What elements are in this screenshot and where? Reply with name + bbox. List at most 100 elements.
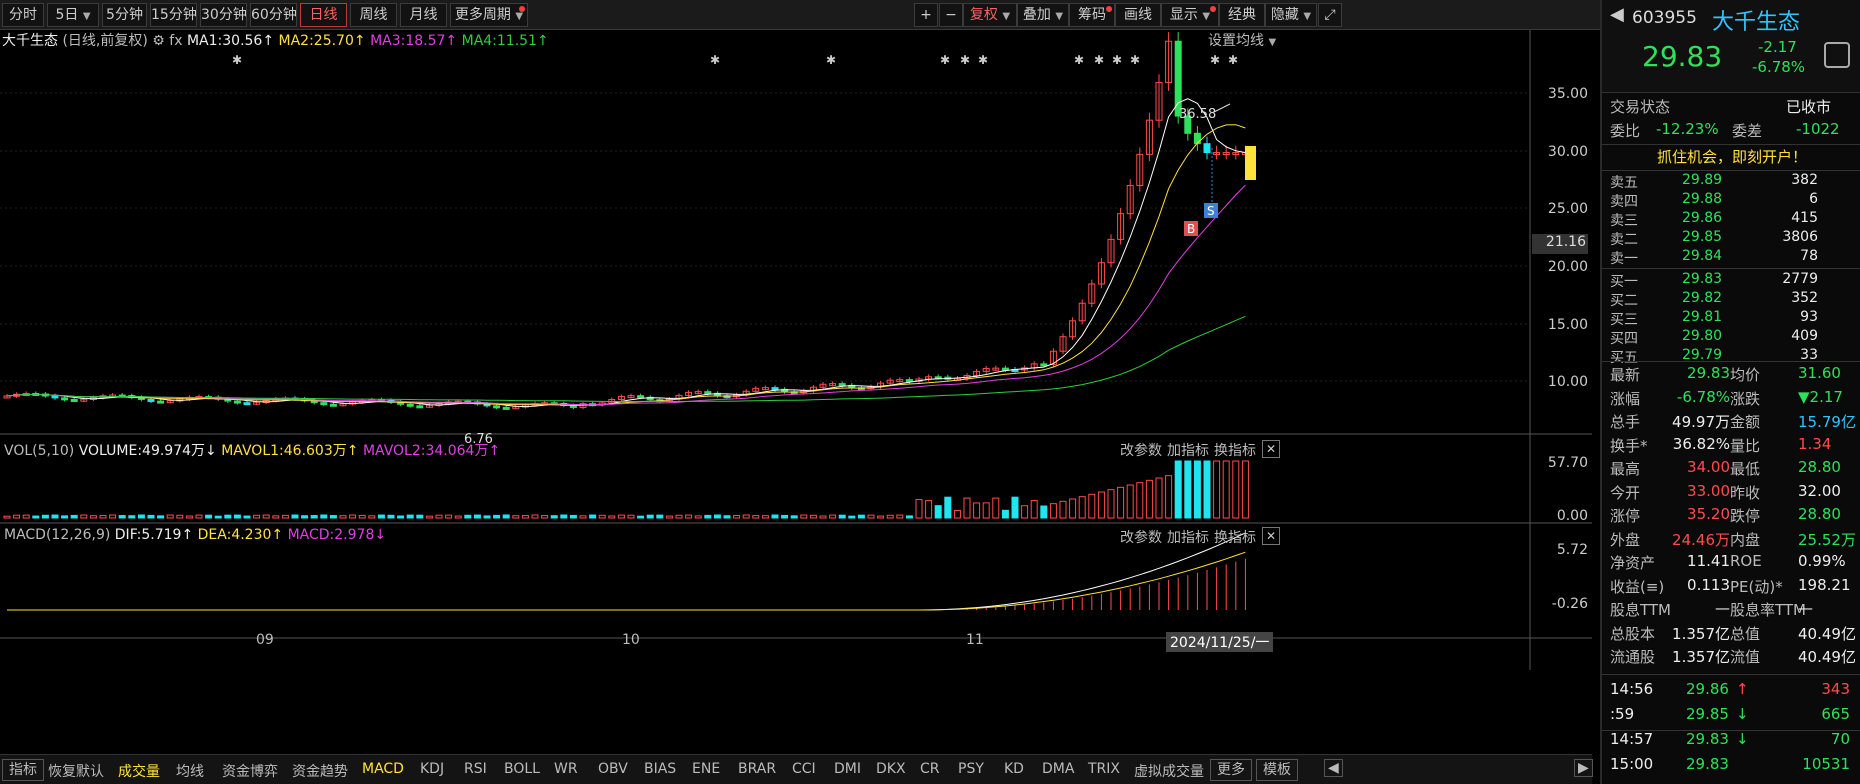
overlay-dropdown[interactable]: 叠加 ▼	[1017, 3, 1069, 27]
bid-row[interactable]: 买一 29.83 2779	[1610, 271, 1860, 290]
macd-edit-params-button[interactable]: 改参数	[1120, 527, 1162, 547]
ask-row[interactable]: 卖五 29.89 382	[1610, 172, 1860, 191]
tab-brar[interactable]: BRAR	[738, 761, 776, 777]
stat-row: 涨停 35.20 跌停 28.80	[1610, 505, 1860, 528]
zoom-in-button[interactable]: +	[914, 3, 938, 27]
ask-row[interactable]: 卖三 29.86 415	[1610, 210, 1860, 229]
kline-chart-canvas[interactable]: ✱ ✱ ✱ ✱ ✱ ✱ ✱ ✱ ✱ ✱ ✱ ✱ B S 36.58 6.76	[0, 30, 1592, 750]
volume-bar	[157, 515, 165, 519]
tab-dkx[interactable]: DKX	[876, 761, 906, 777]
arrow-down-icon: ↓	[374, 527, 387, 543]
scroll-right-icon[interactable]: ▶	[1574, 759, 1593, 777]
volume-bar	[1021, 505, 1029, 519]
stat-value: 33.00	[1687, 481, 1730, 500]
vol-edit-params-button[interactable]: 改参数	[1120, 440, 1162, 460]
tab-rsi[interactable]: RSI	[464, 761, 487, 777]
tab-bias[interactable]: BIAS	[644, 761, 676, 777]
display-dropdown[interactable]: 显示 ▼	[1161, 3, 1219, 27]
candlesticks	[3, 32, 1256, 410]
tab-macd[interactable]: MACD	[362, 761, 404, 777]
volume-bar	[541, 515, 549, 519]
trade-status-row: 交易状态 已收市	[1610, 96, 1860, 120]
restore-default-tab[interactable]: 恢复默认	[48, 761, 104, 781]
stat-value: 0.99%	[1798, 552, 1846, 570]
chart-area[interactable]: ✱ ✱ ✱ ✱ ✱ ✱ ✱ ✱ ✱ ✱ ✱ ✱ B S 36.58 6.76 大千生态 (日线,前复权…	[0, 30, 1592, 750]
draw-line-button[interactable]: 画线	[1115, 3, 1161, 27]
tab-wr[interactable]: WR	[554, 761, 578, 777]
event-marker: ✱	[960, 53, 970, 67]
volume-value: VOLUME:49.974万	[78, 443, 206, 459]
tab-fund-trend[interactable]: 资金趋势	[292, 761, 348, 781]
tab-dmi[interactable]: DMI	[834, 761, 861, 777]
tab-cr[interactable]: CR	[920, 761, 940, 777]
period-tab-fenshi[interactable]: 分时	[2, 3, 44, 27]
macd-switch-indicator-button[interactable]: 换指标	[1214, 527, 1256, 547]
tab-dma[interactable]: DMA	[1042, 761, 1074, 777]
volume-bar	[838, 514, 846, 519]
bid-row[interactable]: 买四 29.80 409	[1610, 328, 1860, 347]
fx-icon[interactable]: fx	[169, 33, 182, 49]
volume-bar	[425, 515, 433, 519]
price-axis-label: 15.00	[1547, 317, 1588, 333]
stat-label: ROE	[1730, 552, 1762, 570]
tab-fund-game[interactable]: 资金博弈	[222, 761, 278, 781]
stat-label: 跌停	[1730, 507, 1761, 525]
tab-cci[interactable]: CCI	[792, 761, 816, 777]
event-marker: ✱	[1228, 53, 1238, 67]
price-axis-label: 30.00	[1547, 144, 1588, 160]
hide-dropdown[interactable]: 隐藏 ▼	[1265, 3, 1317, 27]
tab-volume[interactable]: 成交量	[118, 761, 160, 781]
tab-boll[interactable]: BOLL	[504, 761, 540, 777]
chips-button[interactable]: 筹码	[1069, 3, 1115, 27]
period-tab-60min[interactable]: 60分钟	[250, 3, 297, 27]
macd-add-indicator-button[interactable]: 加指标	[1167, 527, 1209, 547]
stat-label: 换手*	[1610, 436, 1648, 455]
candle-body	[637, 395, 645, 399]
period-tab-30min[interactable]: 30分钟	[200, 3, 247, 27]
tab-virtual-volume[interactable]: 虚拟成交量	[1134, 761, 1204, 781]
add-watchlist-icon[interactable]	[1824, 42, 1850, 68]
candle-body	[70, 399, 78, 403]
gear-icon[interactable]: ⚙	[152, 33, 165, 49]
template-button[interactable]: 模板	[1256, 759, 1298, 781]
ma-settings-button[interactable]: 设置均线 ▼	[1208, 30, 1276, 50]
bid-row[interactable]: 买三 29.81 93	[1610, 309, 1860, 328]
ask-row[interactable]: 卖一 29.84 78	[1610, 248, 1860, 267]
volume-bar	[1184, 460, 1192, 519]
more-tabs-button[interactable]: 更多	[1210, 759, 1252, 781]
volume-bar	[1117, 486, 1125, 519]
volume-bar	[665, 515, 673, 519]
vol-add-indicator-button[interactable]: 加指标	[1167, 440, 1209, 460]
zoom-out-button[interactable]: −	[939, 3, 963, 27]
level-label: 买二	[1610, 293, 1638, 309]
tab-trix[interactable]: TRIX	[1088, 761, 1120, 777]
period-toolbar: 分时 5日 ▼ 5分钟 15分钟 30分钟 60分钟 日线 周线 月线 更多周期…	[0, 0, 1600, 30]
classic-button[interactable]: 经典	[1219, 3, 1265, 27]
ask-row[interactable]: 卖二 29.85 3806	[1610, 229, 1860, 248]
close-icon[interactable]: ✕	[1262, 440, 1280, 458]
ask-row[interactable]: 卖四 29.88 6	[1610, 191, 1860, 210]
scroll-left-icon[interactable]: ◀	[1324, 759, 1343, 777]
period-tab-5day[interactable]: 5日 ▼	[47, 3, 99, 27]
expand-icon[interactable]: ⤢	[1318, 3, 1342, 27]
indicator-menu-button[interactable]: 指标	[2, 759, 44, 781]
tab-kdj[interactable]: KDJ	[420, 761, 444, 777]
period-tab-weekly[interactable]: 周线	[350, 3, 397, 27]
tab-kd[interactable]: KD	[1004, 761, 1024, 777]
collapse-icon[interactable]: ◀	[1610, 4, 1624, 25]
ma3-value: MA3:18.57	[370, 33, 446, 49]
tab-obv[interactable]: OBV	[598, 761, 628, 777]
vol-switch-indicator-button[interactable]: 换指标	[1214, 440, 1256, 460]
more-periods-dropdown[interactable]: 更多周期 ▼	[450, 3, 528, 27]
period-tab-monthly[interactable]: 月线	[400, 3, 447, 27]
tab-psy[interactable]: PSY	[958, 761, 984, 777]
tab-ma[interactable]: 均线	[176, 761, 204, 781]
restore-rights-dropdown[interactable]: 复权 ▼	[963, 3, 1017, 27]
period-tab-5min[interactable]: 5分钟	[102, 3, 147, 27]
bid-row[interactable]: 买二 29.82 352	[1610, 290, 1860, 309]
close-icon[interactable]: ✕	[1262, 527, 1280, 545]
period-tab-daily[interactable]: 日线	[300, 3, 347, 27]
open-account-link[interactable]: 抓住机会，即刻开户！	[1602, 146, 1860, 167]
tab-ene[interactable]: ENE	[692, 761, 720, 777]
period-tab-15min[interactable]: 15分钟	[150, 3, 197, 27]
